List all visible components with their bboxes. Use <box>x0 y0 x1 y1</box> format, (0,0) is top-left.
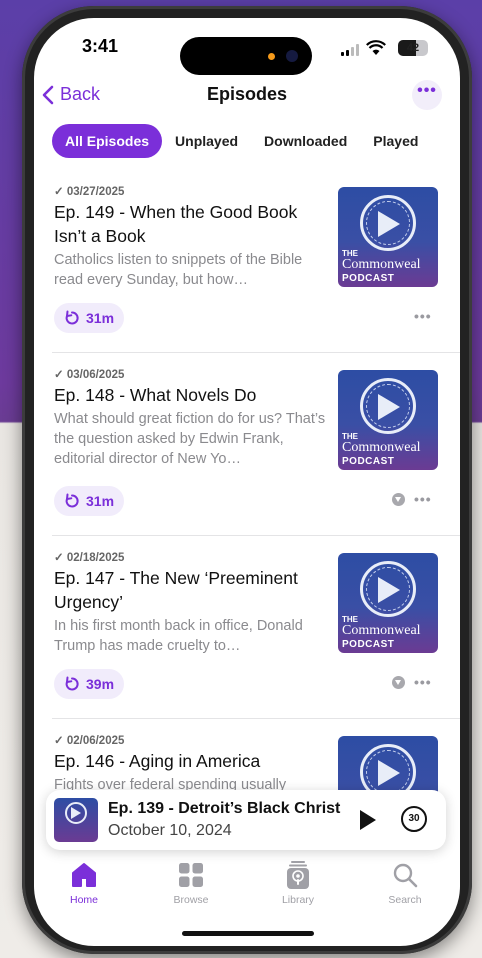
episode-title: Ep. 148 - What Novels Do <box>54 385 257 405</box>
duration-label: 31m <box>86 493 115 509</box>
episode-title: Ep. 147 - The New ‘Preeminent Urgency’ <box>54 568 298 612</box>
episode-more-button[interactable]: ••• <box>414 491 432 507</box>
episode-list[interactable]: ✓ 03/27/2025 Ep. 149 - When the Good Boo… <box>34 170 460 810</box>
filter-all-episodes[interactable]: All Episodes <box>52 124 163 158</box>
more-options-button[interactable]: ••• <box>412 80 442 110</box>
now-playing-artwork <box>54 798 98 842</box>
filter-tabs: All Episodes Unplayed Downloaded Played <box>52 123 460 159</box>
cellular-signal-icon <box>341 44 359 56</box>
wifi-icon <box>366 40 386 55</box>
duration-label: 39m <box>86 676 115 692</box>
grid-icon <box>179 863 203 887</box>
downloaded-icon <box>392 676 405 689</box>
app-screen: 3:41 42 Back Episodes ••• All Episodes U… <box>34 18 460 946</box>
battery-level: 42 <box>406 42 420 54</box>
search-icon <box>393 863 418 888</box>
tab-browse[interactable]: Browse <box>151 860 231 906</box>
episode-date: ✓ 03/06/2025 <box>54 369 125 381</box>
episode-more-button[interactable]: ••• <box>414 674 432 690</box>
filter-unplayed[interactable]: Unplayed <box>162 124 251 158</box>
now-playing-bar[interactable]: Ep. 139 - Detroit’s Black Christ October… <box>46 790 446 850</box>
episode-description: Catholics listen to snippets of the Bibl… <box>54 252 303 288</box>
podcast-library-icon <box>287 861 309 889</box>
filter-played[interactable]: Played <box>360 124 431 158</box>
episode-more-button[interactable]: ••• <box>414 308 432 324</box>
tab-search[interactable]: Search <box>365 860 445 906</box>
episode-date: ✓ 03/27/2025 <box>54 186 125 198</box>
episode-description: What should great fiction do for us? Tha… <box>54 411 326 467</box>
home-indicator[interactable] <box>182 931 314 936</box>
now-playing-date: October 10, 2024 <box>108 822 232 839</box>
episode-row[interactable]: ✓ 03/27/2025 Ep. 149 - When the Good Boo… <box>52 170 460 353</box>
play-icon[interactable] <box>360 810 376 830</box>
status-bar: 3:41 42 <box>34 18 460 78</box>
filter-downloaded[interactable]: Downloaded <box>251 124 360 158</box>
page-title: Episodes <box>206 84 288 104</box>
episode-description: In his first month back in office, Donal… <box>54 618 303 654</box>
tab-library[interactable]: Library <box>258 860 338 906</box>
replay-icon <box>65 676 79 691</box>
replay-icon <box>65 493 79 508</box>
nav-bar: Back Episodes ••• <box>34 80 460 120</box>
episode-row[interactable]: ✓ 03/06/2025 Ep. 148 - What Novels Do Wh… <box>52 353 460 536</box>
episode-date: ✓ 02/06/2025 <box>54 735 125 747</box>
podcast-artwork: THECommonwealPODCAST <box>338 553 438 653</box>
episode-title: Ep. 146 - Aging in America <box>54 751 261 771</box>
duration-play-button[interactable]: 39m <box>54 669 125 699</box>
downloaded-icon <box>392 493 405 506</box>
duration-play-button[interactable]: 31m <box>54 303 125 333</box>
now-playing-title: Ep. 139 - Detroit’s Black Christ <box>108 800 341 817</box>
episode-title: Ep. 149 - When the Good Book Isn’t a Boo… <box>54 202 298 246</box>
replay-icon <box>65 310 79 325</box>
status-time: 3:41 <box>82 36 119 56</box>
tab-label: Browse <box>173 894 209 906</box>
home-icon <box>72 863 96 887</box>
tab-label: Home <box>69 894 98 906</box>
duration-play-button[interactable]: 31m <box>54 486 125 516</box>
episode-date: ✓ 02/18/2025 <box>54 552 125 564</box>
podcast-artwork: THECommonwealPODCAST <box>338 187 438 287</box>
podcast-artwork: THECommonwealPODCAST <box>338 370 438 470</box>
episode-row[interactable]: ✓ 02/18/2025 Ep. 147 - The New ‘Preemine… <box>52 536 460 719</box>
duration-label: 31m <box>86 310 115 326</box>
battery-icon: 42 <box>398 40 428 56</box>
tab-home[interactable]: Home <box>44 860 124 906</box>
skip-forward-30-icon[interactable]: 30 <box>401 806 427 832</box>
tab-label: Search <box>388 894 422 906</box>
tab-bar: Home Browse Library Search <box>34 856 460 926</box>
dynamic-island <box>180 37 312 75</box>
tab-label: Library <box>281 894 315 906</box>
